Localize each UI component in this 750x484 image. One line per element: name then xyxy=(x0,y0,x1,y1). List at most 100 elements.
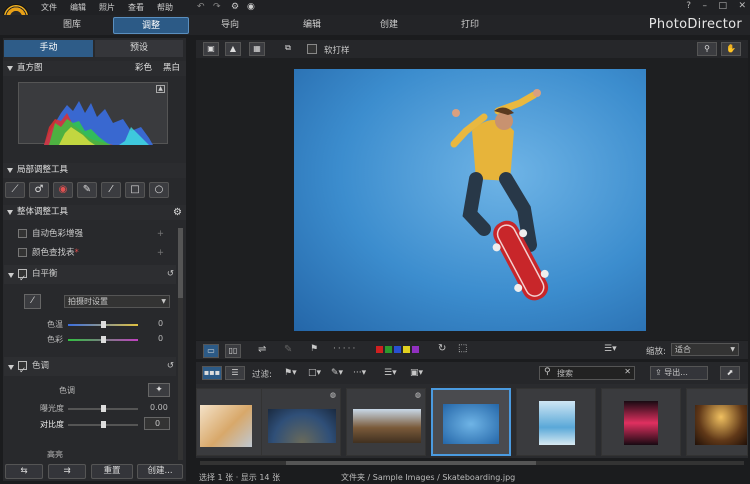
refresh-icon[interactable]: ↻ xyxy=(438,343,446,354)
view-single-icon[interactable]: ▣ xyxy=(203,42,219,56)
gradient-tool-icon[interactable]: ⁄ xyxy=(101,182,121,198)
redo-icon[interactable]: ↷ xyxy=(213,2,221,12)
export-button[interactable]: ⇪ 导出... xyxy=(650,366,708,380)
auto-color-checkbox[interactable] xyxy=(18,229,27,238)
red-eye-icon[interactable]: ◉ xyxy=(53,182,73,198)
close-icon[interactable]: ✕ xyxy=(738,1,746,11)
histogram-bw-toggle[interactable]: 黑白 xyxy=(163,61,180,76)
tone-header[interactable]: ✓ 色调 ↺ xyxy=(4,357,176,376)
thumbnail-4-selected[interactable] xyxy=(431,388,511,456)
menu-file[interactable]: 文件 xyxy=(41,2,57,13)
add-icon[interactable]: + xyxy=(157,225,164,244)
menu-view[interactable]: 查看 xyxy=(128,2,144,13)
temperature-thumb[interactable] xyxy=(101,321,106,328)
subtab-preset[interactable]: 预设 xyxy=(95,40,183,57)
exposure-slider[interactable] xyxy=(68,405,138,412)
color-finder-row[interactable]: 颜色查找表* + xyxy=(4,244,176,263)
reset-icon[interactable]: ↺ xyxy=(167,357,174,376)
tab-adjust[interactable]: 调整 xyxy=(113,17,189,34)
tab-guided[interactable]: 导向 xyxy=(206,17,254,34)
zoom-icon[interactable]: ⚲ xyxy=(697,42,717,56)
menu-edit[interactable]: 编辑 xyxy=(70,2,86,13)
contrast-stepper[interactable]: 0 xyxy=(144,417,170,430)
green-label-icon[interactable] xyxy=(385,346,392,353)
local-tools-header[interactable]: 局部调整工具 xyxy=(3,163,186,178)
global-tools-header[interactable]: 整体调整工具 ⚙ xyxy=(3,205,186,220)
flag-filter-icon[interactable]: ⚑▾ xyxy=(284,368,297,378)
minimize-icon[interactable]: – xyxy=(703,1,708,11)
main-photo[interactable] xyxy=(294,69,646,331)
tint-slider[interactable] xyxy=(68,336,138,343)
sort-icon[interactable]: ☰▾ xyxy=(604,344,617,354)
histogram-warning-icon[interactable]: ▲ xyxy=(156,85,165,93)
red-label-icon[interactable] xyxy=(376,346,383,353)
shape-filter-icon[interactable]: □▾ xyxy=(308,368,321,378)
blue-label-icon[interactable] xyxy=(394,346,401,353)
tint-value[interactable]: 0 xyxy=(158,334,163,343)
zoom-select[interactable]: 适合 ▼ xyxy=(671,343,739,356)
rating-stars[interactable]: ····· xyxy=(333,344,357,354)
reset-button[interactable]: 重置 xyxy=(91,464,133,479)
search-input[interactable]: ⚲ 搜索 ✕ xyxy=(539,366,635,380)
thumbnail-5[interactable] xyxy=(516,388,596,456)
color-finder-checkbox[interactable] xyxy=(18,248,27,257)
square-mask-icon[interactable]: □ xyxy=(125,182,145,198)
monitor-icon[interactable]: ⧉ xyxy=(280,42,296,56)
strip-view-double-icon[interactable]: ▯▯ xyxy=(225,344,241,358)
panel-scroll-thumb[interactable] xyxy=(178,228,183,298)
purple-label-icon[interactable] xyxy=(412,346,419,353)
tone-checkbox[interactable]: ✓ xyxy=(18,361,27,376)
yellow-label-icon[interactable] xyxy=(403,346,410,353)
stack-filter-icon[interactable]: ▣▾ xyxy=(410,368,423,378)
rotate-icon[interactable]: ⇌ xyxy=(258,344,266,355)
thumbnail-6[interactable] xyxy=(601,388,681,456)
thumbnail-7[interactable] xyxy=(686,388,748,456)
tab-print[interactable]: 打印 xyxy=(446,17,494,34)
eyedropper-icon[interactable]: ⁄ xyxy=(24,294,41,309)
temperature-slider[interactable] xyxy=(68,321,138,328)
gear-icon[interactable]: ⚙ xyxy=(173,205,182,220)
tint-thumb[interactable] xyxy=(101,336,106,343)
auto-color-row[interactable]: 自动色彩增强 + xyxy=(4,225,176,244)
color-labels[interactable] xyxy=(376,346,421,356)
menu-help[interactable]: 帮助 xyxy=(157,2,173,13)
settings-icon[interactable]: ⚙ xyxy=(231,2,239,12)
panel-scrollbar[interactable] xyxy=(178,228,183,460)
temperature-value[interactable]: 0 xyxy=(158,319,163,328)
tab-create[interactable]: 创建 xyxy=(365,17,413,34)
tab-edit[interactable]: 编辑 xyxy=(288,17,336,34)
thumbnail-2[interactable]: ◍ xyxy=(261,388,341,456)
magic-wand-icon[interactable]: ✦ xyxy=(148,383,170,397)
filmstrip-scrollbar[interactable] xyxy=(200,461,744,465)
filmstrip-scroll-thumb[interactable] xyxy=(286,461,536,465)
strip-view-single-icon[interactable]: ▭ xyxy=(203,344,219,358)
contrast-slider[interactable] xyxy=(68,421,138,428)
sort-filter-icon[interactable]: ☰▾ xyxy=(384,368,397,378)
white-balance-header[interactable]: ✓ 白平衡 ↺ xyxy=(4,265,176,284)
wb-preset-select[interactable]: 拍摄时设置 ▼ xyxy=(64,295,170,308)
exposure-thumb[interactable] xyxy=(101,405,106,412)
crop-icon[interactable]: ⬚ xyxy=(458,343,467,354)
view-compare-icon[interactable]: ▲ xyxy=(225,42,241,56)
undo-icon[interactable]: ↶ xyxy=(197,2,205,12)
subtab-manual[interactable]: 手动 xyxy=(4,40,93,57)
histogram-header[interactable]: 直方图 彩色 黑白 xyxy=(3,61,186,76)
copy-settings-button[interactable]: ⇆ xyxy=(5,464,43,479)
tab-library[interactable]: 图库 xyxy=(48,17,96,34)
create-preset-button[interactable]: 创建... xyxy=(137,464,183,479)
add-icon[interactable]: + xyxy=(157,244,164,263)
thumbnail-3[interactable]: ◍ xyxy=(346,388,426,456)
pan-hand-icon[interactable]: ✋ xyxy=(721,42,741,56)
external-view-icon[interactable]: ⬈ xyxy=(720,366,740,380)
soft-proof-checkbox[interactable] xyxy=(307,44,317,54)
flag-icon[interactable]: ⚑ xyxy=(310,344,318,354)
edit-filter-icon[interactable]: ✎▾ xyxy=(331,368,343,378)
spot-removal-icon[interactable]: ♂ xyxy=(29,182,49,198)
help-icon[interactable]: ? xyxy=(686,1,691,11)
list-view-icon[interactable]: ☰ xyxy=(225,366,245,380)
menu-photo[interactable]: 照片 xyxy=(99,2,115,13)
brush-tool-icon[interactable]: ✎ xyxy=(77,182,97,198)
exposure-value[interactable]: 0.00 xyxy=(150,403,168,412)
straighten-tool-icon[interactable]: ⟋ xyxy=(5,182,25,198)
histogram-color-toggle[interactable]: 彩色 xyxy=(135,61,152,76)
